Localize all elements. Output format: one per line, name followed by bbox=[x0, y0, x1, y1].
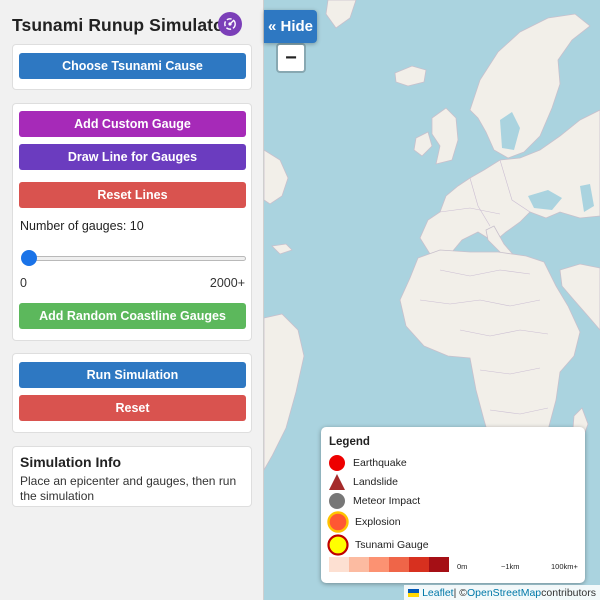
slider-min-label: 0 bbox=[20, 276, 27, 290]
legend-item-gauge: Tsunami Gauge bbox=[327, 534, 429, 556]
legend-label: Earthquake bbox=[353, 457, 407, 469]
choose-cause-button[interactable]: Choose Tsunami Cause bbox=[19, 53, 246, 79]
attribution-separator: | © bbox=[453, 586, 467, 599]
slider-track bbox=[24, 256, 246, 261]
red-circle-icon bbox=[329, 455, 345, 471]
gauge-icon bbox=[327, 534, 349, 556]
reset-lines-button[interactable]: Reset Lines bbox=[19, 182, 246, 208]
hide-sidebar-button[interactable]: « Hide bbox=[264, 10, 317, 43]
app-title: Tsunami Runup Simulator bbox=[12, 14, 231, 35]
map-legend: Legend Earthquake Landslide Meteor Impac… bbox=[321, 427, 585, 583]
legend-item-landslide: Landslide bbox=[327, 472, 398, 492]
simulation-info-card: Simulation Info Place an epicenter and g… bbox=[12, 446, 252, 507]
leaflet-link[interactable]: Leaflet bbox=[422, 587, 454, 599]
map-attribution: Leaflet | © OpenStreetMap contributors bbox=[404, 585, 600, 600]
settings-button[interactable] bbox=[218, 12, 242, 36]
ramp-swatch bbox=[349, 557, 369, 572]
info-text: Place an epicenter and gauges, then run … bbox=[20, 474, 237, 503]
legend-title: Legend bbox=[329, 436, 370, 448]
slider-thumb[interactable] bbox=[21, 250, 38, 266]
gauges-card: Add Custom Gauge Draw Line for Gauges Re… bbox=[12, 103, 252, 341]
ramp-swatch bbox=[329, 557, 349, 572]
reset-button[interactable]: Reset bbox=[19, 395, 246, 421]
ramp-label-max: 100km+ bbox=[551, 562, 578, 571]
explosion-icon bbox=[327, 511, 349, 533]
legend-label: Meteor Impact bbox=[353, 495, 421, 507]
slider-max-label: 2000+ bbox=[209, 276, 245, 290]
legend-item-meteor: Meteor Impact bbox=[327, 491, 420, 511]
title-row: Tsunami Runup Simulator bbox=[12, 12, 252, 38]
legend-item-earthquake: Earthquake bbox=[327, 453, 407, 473]
control-sidebar: Tsunami Runup Simulator Choose Tsunami C… bbox=[0, 0, 264, 600]
zoom-out-button[interactable]: − bbox=[276, 43, 306, 73]
triangle-icon bbox=[329, 474, 345, 490]
gauge-count-slider[interactable] bbox=[20, 249, 247, 267]
ukraine-flag-icon bbox=[408, 588, 420, 597]
ramp-swatch bbox=[409, 557, 429, 572]
gray-circle-icon bbox=[329, 493, 345, 509]
legend-label: Tsunami Gauge bbox=[355, 539, 429, 551]
run-simulation-button[interactable]: Run Simulation bbox=[19, 362, 246, 388]
ramp-label-mid: ~1km bbox=[501, 562, 520, 571]
ramp-label-min: 0m bbox=[457, 562, 468, 571]
attribution-suffix: contributors bbox=[541, 586, 596, 599]
ramp-swatch bbox=[389, 557, 409, 572]
runup-color-ramp bbox=[329, 557, 449, 572]
osm-link[interactable]: OpenStreetMap bbox=[467, 587, 541, 599]
ramp-swatch bbox=[369, 557, 389, 572]
legend-label: Landslide bbox=[353, 476, 398, 488]
legend-item-explosion: Explosion bbox=[327, 511, 401, 533]
info-title: Simulation Info bbox=[20, 454, 122, 470]
simulation-card: Run Simulation Reset bbox=[12, 353, 252, 433]
gauge-count-label: Number of gauges: 10 bbox=[20, 219, 144, 233]
add-random-gauges-button[interactable]: Add Random Coastline Gauges bbox=[19, 303, 246, 329]
draw-line-button[interactable]: Draw Line for Gauges bbox=[19, 144, 246, 170]
ramp-swatch bbox=[429, 557, 449, 572]
radar-icon bbox=[224, 18, 236, 30]
cause-card: Choose Tsunami Cause bbox=[12, 44, 252, 90]
legend-label: Explosion bbox=[355, 516, 401, 528]
add-custom-gauge-button[interactable]: Add Custom Gauge bbox=[19, 111, 246, 137]
